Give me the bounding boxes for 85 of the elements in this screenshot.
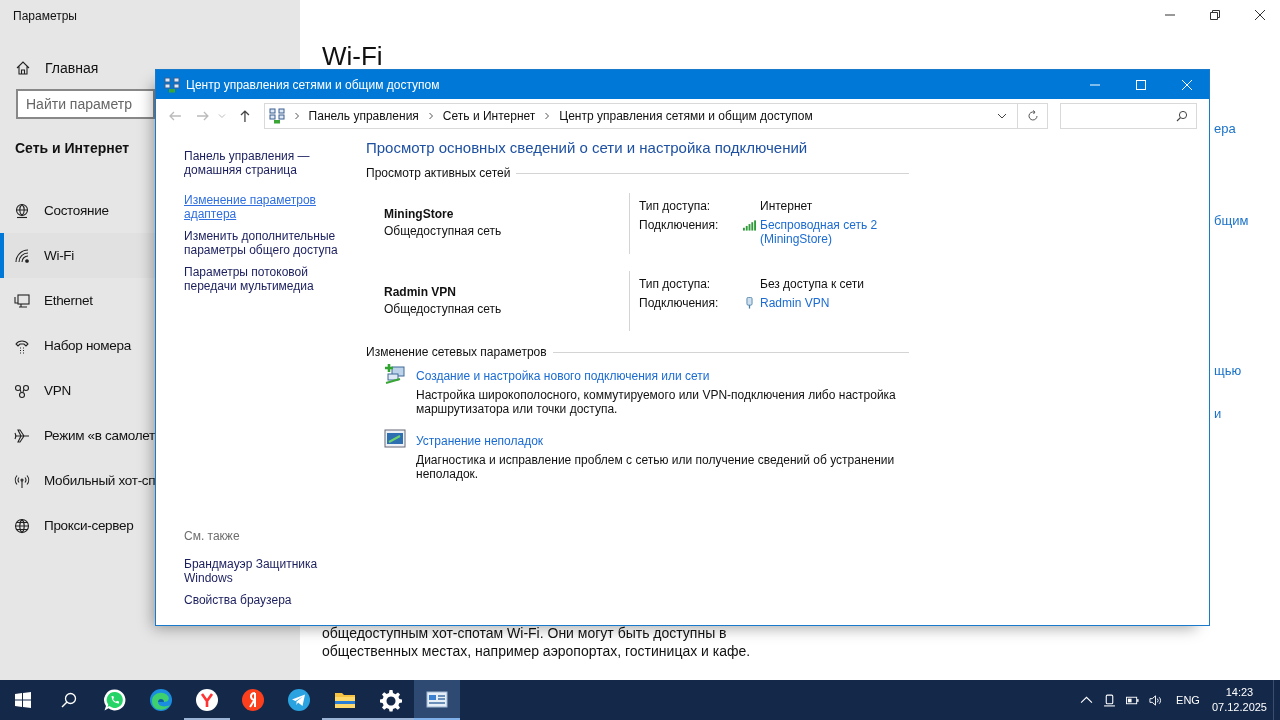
related-link[interactable]: ера xyxy=(1214,121,1236,137)
access-label: Тип доступа: xyxy=(639,277,712,291)
task-link[interactable]: Изменить дополнительные параметры общего доступа xyxy=(184,229,346,257)
home-nav-item[interactable]: Главная xyxy=(15,60,99,76)
connections-label: Подключения: xyxy=(639,218,720,232)
close-icon[interactable] xyxy=(1255,10,1265,20)
dropdown-chevron-icon[interactable] xyxy=(997,113,1008,119)
section-heading: Сеть и Интернет xyxy=(15,140,130,156)
airplane-icon xyxy=(14,427,30,444)
network-add-icon xyxy=(384,363,406,385)
action-description: Настройка широкополосного, коммутируемого или VPN-подключения либо настройка маршрутизатора или точки доступа. xyxy=(416,388,897,416)
home-icon xyxy=(15,60,31,76)
group-title: Изменение сетевых параметров xyxy=(366,345,547,359)
address-bar[interactable]: Панель управления Сеть и Интернет Центр управления сетями и общим доступом xyxy=(263,103,1019,129)
task-link[interactable]: Изменение параметров адаптера xyxy=(184,193,346,221)
see-also-heading: См. также xyxy=(184,529,241,543)
search-icon xyxy=(61,692,77,708)
related-link[interactable]: бщим xyxy=(1214,213,1249,229)
vpn-icon xyxy=(14,382,30,399)
app-icon xyxy=(241,688,265,712)
nav-item[interactable]: Ethernet xyxy=(0,278,155,323)
page-title: Wi-Fi xyxy=(322,42,384,70)
paper-plane-icon xyxy=(287,688,311,712)
swirl-icon xyxy=(149,688,173,712)
windows-logo-icon xyxy=(15,692,31,708)
browser-icon xyxy=(195,688,219,712)
nav-item[interactable]: Мобильный хот-сп xyxy=(0,458,155,503)
maximize-icon[interactable] xyxy=(1136,79,1146,90)
connection-link[interactable]: Radmin VPN xyxy=(760,296,890,310)
refresh-icon xyxy=(1026,110,1039,122)
related-link[interactable]: щью xyxy=(1214,363,1242,379)
breadcrumb[interactable]: Панель управления xyxy=(308,109,419,123)
access-label: Тип доступа: xyxy=(639,199,712,213)
signal-bars-icon xyxy=(743,219,756,231)
connections-label: Подключения: xyxy=(639,296,720,310)
nav-item[interactable]: Wi-Fi xyxy=(0,233,155,278)
restore-icon[interactable] xyxy=(1210,10,1220,20)
task-link[interactable]: Панель управления — домашняя страница xyxy=(184,149,346,177)
breadcrumb[interactable]: Центр управления сетями и общим доступом xyxy=(559,109,813,123)
window-title: Параметры xyxy=(13,9,78,23)
chat-bubble-icon xyxy=(103,688,127,712)
language-indicator[interactable]: ENG xyxy=(1176,694,1200,706)
globe-icon xyxy=(14,517,30,534)
device-icon[interactable] xyxy=(1103,693,1117,707)
see-also-link[interactable]: Брандмауэр Защитника Windows xyxy=(184,557,346,585)
ethernet-icon xyxy=(14,292,30,309)
refresh-button[interactable] xyxy=(1018,103,1048,129)
network-name: Radmin VPN xyxy=(384,285,457,299)
action-link[interactable]: Устранение неполадок xyxy=(416,434,916,448)
nav-item[interactable]: Состояние xyxy=(0,188,155,233)
breadcrumb[interactable]: Сеть и Интернет xyxy=(442,109,536,123)
speaker-icon[interactable] xyxy=(1149,693,1163,707)
network-icon xyxy=(164,76,180,93)
access-value: Без доступа к сети xyxy=(760,277,865,291)
monitor-globe-icon xyxy=(14,202,30,219)
paragraph-line: общедоступным хот-спотам Wi-Fi. Они могут быть доступны в xyxy=(322,624,728,642)
window-title: Центр управления сетями и общим доступом xyxy=(186,77,440,92)
group-title: Просмотр активных сетей xyxy=(366,166,511,180)
related-link[interactable]: и xyxy=(1214,406,1222,422)
hotspot-icon xyxy=(14,472,30,489)
action-description: Диагностика и исправление проблем с сетью или получение сведений об устранении неполадок. xyxy=(416,453,896,481)
nav-item[interactable]: Режим «в самолет xyxy=(0,413,155,458)
wifi-icon xyxy=(14,247,30,264)
nav-item[interactable]: Набор номера xyxy=(0,323,155,368)
nav-item[interactable]: VPN xyxy=(0,368,155,413)
adapter-icon xyxy=(743,297,756,309)
clock[interactable]: 14:23 07.12.2025 xyxy=(1211,685,1267,715)
network-category: Общедоступная сеть xyxy=(384,224,503,238)
network-icon xyxy=(268,108,285,124)
taskbar-app-button[interactable] xyxy=(414,680,460,720)
paragraph-line: общественных местах, например аэропортах, гостиницах и кафе. xyxy=(322,642,752,660)
gear-icon xyxy=(379,688,403,712)
connection-link[interactable]: Беспроводная сеть 2 (MiningStore) xyxy=(760,218,890,246)
search-icon xyxy=(1175,110,1188,122)
phone-icon xyxy=(14,337,30,354)
access-value: Интернет xyxy=(760,199,814,213)
page-heading: Просмотр основных сведений о сети и настройка подключений xyxy=(366,139,809,158)
nav-item[interactable]: Прокси-сервер xyxy=(0,503,155,548)
action-link[interactable]: Создание и настройка нового подключения или сети xyxy=(416,369,916,383)
see-also-link[interactable]: Свойства браузера xyxy=(184,593,346,607)
network-category: Общедоступная сеть xyxy=(384,302,503,316)
search-field[interactable]: Найти параметр xyxy=(16,89,155,119)
task-link[interactable]: Параметры потоковой передачи мультимедиа xyxy=(184,265,346,293)
network-name: MiningStore xyxy=(384,207,455,221)
monitor-icon xyxy=(384,428,406,450)
